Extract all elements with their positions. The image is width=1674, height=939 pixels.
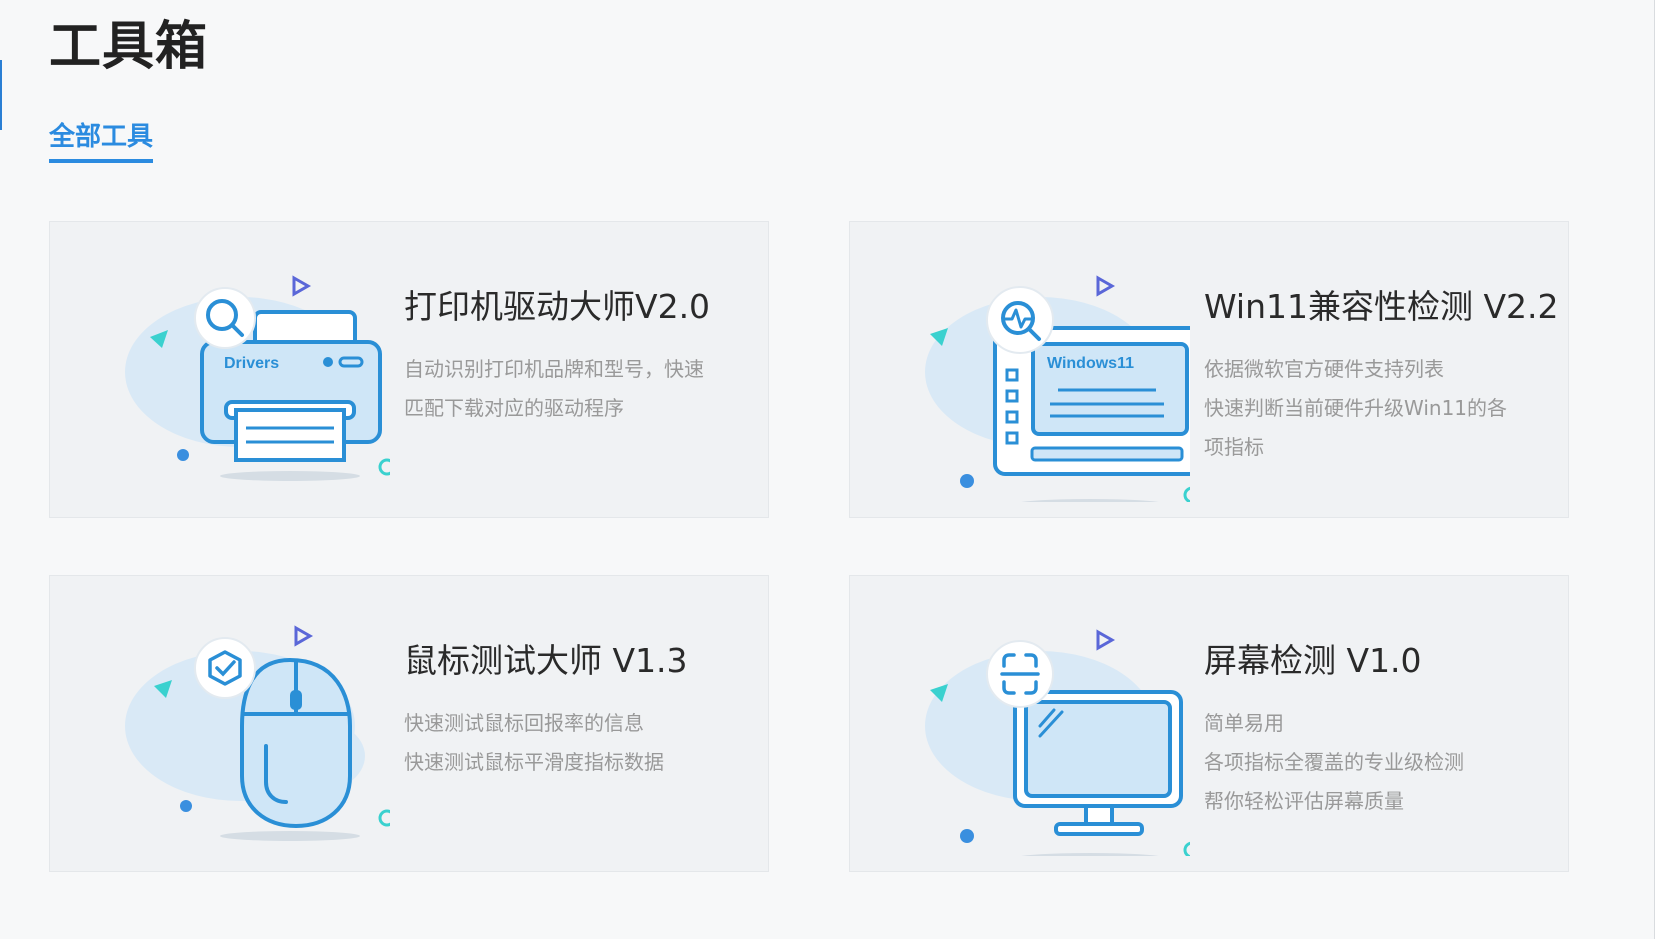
svg-text:Drivers: Drivers — [224, 355, 279, 372]
dot-decor-icon — [180, 800, 192, 812]
tool-card-printer-driver[interactable]: Drivers 打印机驱动大师V2.0 自动识别打印机品牌和型号，快速 匹配下载… — [49, 221, 769, 518]
play-decor-icon — [1096, 629, 1116, 651]
search-icon — [194, 287, 256, 349]
monitor-illustration — [925, 629, 1190, 856]
play-decor-icon — [292, 275, 312, 297]
page-title: 工具箱 — [49, 17, 209, 77]
card-title: Win11兼容性检测 V2.2 — [1204, 287, 1559, 326]
tool-card-win11-check[interactable]: Windows11 Win11兼容性检测 V2.2 依据微软官方硬件支持列表 快… — [849, 221, 1569, 518]
card-title: 打印机驱动大师V2.0 — [404, 287, 711, 326]
play-decor-icon — [294, 625, 314, 647]
card-title: 鼠标测试大师 V1.3 — [404, 641, 688, 680]
pulse-search-icon — [986, 286, 1054, 354]
left-accent-bar — [0, 60, 2, 130]
tool-card-screen-check[interactable]: 屏幕检测 V1.0 简单易用 各项指标全覆盖的专业级检测 帮你轻松评估屏幕质量 — [849, 575, 1569, 872]
dot-decor-icon — [960, 474, 974, 488]
scan-icon — [986, 640, 1054, 708]
dot-decor-icon — [177, 449, 189, 461]
printer-illustration: Drivers — [125, 275, 390, 481]
win11-illustration: Windows11 — [925, 275, 1190, 502]
card-title: 屏幕检测 V1.0 — [1204, 641, 1422, 680]
card-description: 依据微软官方硬件支持列表 快速判断当前硬件升级Win11的各 项指标 — [1204, 357, 1508, 459]
ring-decor-icon — [1183, 486, 1190, 502]
card-description: 快速测试鼠标回报率的信息 快速测试鼠标平滑度指标数据 — [404, 711, 664, 774]
shield-check-icon — [194, 637, 256, 699]
dot-decor-icon — [960, 829, 974, 843]
toolbox-window: 工具箱 全部工具 Drivers 打印机驱动大师V2.0 自动识别打印机品牌和型… — [0, 0, 1655, 939]
play-decor-icon — [1096, 275, 1116, 297]
tool-card-mouse-test[interactable]: 鼠标测试大师 V1.3 快速测试鼠标回报率的信息 快速测试鼠标平滑度指标数据 — [49, 575, 769, 872]
card-description: 自动识别打印机品牌和型号，快速 匹配下载对应的驱动程序 — [404, 357, 704, 420]
svg-text:Windows11: Windows11 — [1047, 355, 1134, 372]
ring-decor-icon — [378, 809, 390, 827]
ring-decor-icon — [378, 458, 390, 476]
card-description: 简单易用 各项指标全覆盖的专业级检测 帮你轻松评估屏幕质量 — [1204, 711, 1464, 813]
ring-decor-icon — [1183, 841, 1190, 856]
mouse-illustration — [125, 625, 390, 841]
window-edge — [1655, 0, 1674, 939]
tab-all-tools[interactable]: 全部工具 — [49, 116, 154, 163]
